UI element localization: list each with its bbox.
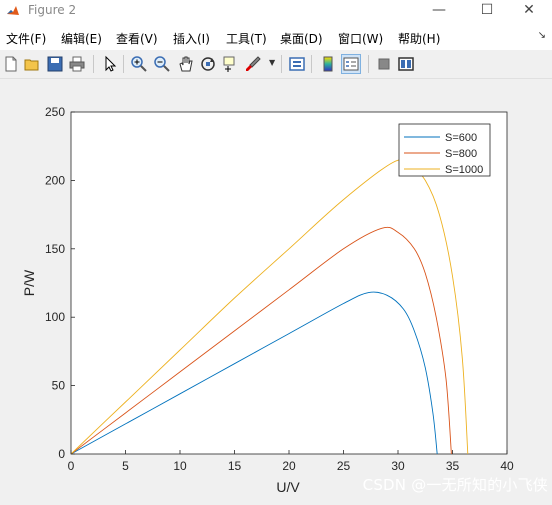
- x-tick-label: 20: [282, 459, 296, 473]
- pan-icon[interactable]: [177, 55, 195, 73]
- close-button[interactable]: ✕: [506, 0, 552, 22]
- legend-label-1: S=600: [445, 132, 477, 144]
- open-file-icon[interactable]: [23, 55, 41, 73]
- x-tick-label: 0: [68, 459, 75, 473]
- x-tick-label: 35: [446, 459, 460, 473]
- y-tick-label: 150: [45, 242, 65, 256]
- matlab-logo-icon: [7, 6, 19, 15]
- brush-icon[interactable]: [244, 55, 262, 73]
- menu-view[interactable]: 查看(V): [116, 30, 158, 47]
- minimize-button[interactable]: —: [416, 0, 462, 22]
- menu-bar: 文件(F) 编辑(E) 查看(V) 插入(I) 工具(T) 桌面(D) 窗口(W…: [0, 22, 552, 50]
- menu-edit[interactable]: 编辑(E): [61, 30, 102, 47]
- y-tick-label: 250: [45, 105, 65, 119]
- undock-arrow-icon[interactable]: ↘: [538, 30, 546, 41]
- maximize-button[interactable]: ☐: [464, 0, 510, 22]
- brush-dropdown-chevron-icon[interactable]: ▼: [269, 58, 275, 67]
- x-tick-label: 5: [122, 459, 129, 473]
- menu-help[interactable]: 帮助(H): [398, 30, 440, 47]
- menu-tools[interactable]: 工具(T): [226, 30, 267, 47]
- print-icon[interactable]: [68, 55, 86, 73]
- pointer-icon[interactable]: [101, 55, 119, 73]
- hide-plot-tools-icon[interactable]: [375, 55, 393, 73]
- watermark-text: CSDN @一无所知的小飞侠: [362, 476, 548, 494]
- y-tick-label: 50: [52, 379, 66, 393]
- link-plot-icon[interactable]: [288, 55, 306, 73]
- x-tick-label: 10: [173, 459, 187, 473]
- x-axis-label: U/V: [276, 479, 300, 495]
- legend-label-2: S=800: [445, 148, 477, 160]
- x-tick-label: 40: [500, 459, 514, 473]
- y-axis-label: P/W: [21, 269, 37, 296]
- data-cursor-icon[interactable]: [221, 55, 239, 73]
- figure-toolbar: ▼: [0, 50, 552, 79]
- menu-desktop[interactable]: 桌面(D): [280, 30, 323, 47]
- y-tick-label: 200: [45, 173, 65, 187]
- menu-insert[interactable]: 插入(I): [173, 30, 210, 47]
- zoom-in-icon[interactable]: [130, 55, 148, 73]
- new-figure-icon[interactable]: [2, 55, 20, 73]
- toolbar-separator: [311, 55, 312, 73]
- toolbar-separator: [281, 55, 282, 73]
- x-tick-label: 25: [337, 459, 351, 473]
- window-title: Figure 2: [28, 3, 77, 17]
- y-tick-label: 100: [45, 310, 65, 324]
- toolbar-separator: [123, 55, 124, 73]
- legend[interactable]: S=600 S=800 S=1000: [398, 123, 491, 177]
- legend-label-3: S=1000: [445, 164, 483, 176]
- window-titlebar: Figure 2 — ☐ ✕: [0, 0, 552, 22]
- menu-window[interactable]: 窗口(W): [338, 30, 383, 47]
- toolbar-separator: [368, 55, 369, 73]
- toolbar-separator: [93, 55, 94, 73]
- x-tick-label: 15: [228, 459, 242, 473]
- zoom-out-icon[interactable]: [153, 55, 171, 73]
- x-tick-label: 30: [391, 459, 405, 473]
- figure-canvas: 0 5 10 15 20 25 30 35 40 0 50 100 150 200 250 U/V P/W …: [0, 79, 552, 501]
- legend-icon[interactable]: [341, 54, 361, 74]
- colorbar-icon[interactable]: [319, 55, 337, 73]
- rotate-3d-icon[interactable]: [199, 55, 217, 73]
- show-plot-tools-icon[interactable]: [397, 55, 415, 73]
- y-tick-label: 0: [58, 447, 65, 461]
- menu-file[interactable]: 文件(F): [6, 30, 46, 47]
- line-chart[interactable]: 0 5 10 15 20 25 30 35 40050100150200250 U/V P/W …: [0, 79, 552, 501]
- save-icon[interactable]: [46, 55, 64, 73]
